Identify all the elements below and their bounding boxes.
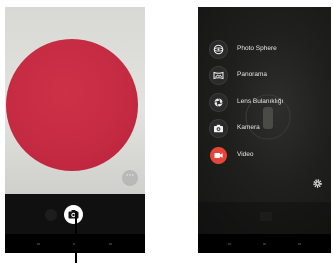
mode-item-camera[interactable]: Kamera: [206, 118, 316, 138]
video-icon: [214, 153, 223, 158]
camera-icon: [68, 210, 79, 219]
mode-item-panorama[interactable]: Panorama: [206, 65, 316, 85]
nav-home-button[interactable]: [263, 243, 266, 245]
more-options-label: ···: [125, 171, 135, 181]
mode-label: Video: [237, 151, 254, 158]
gear-icon[interactable]: [312, 178, 323, 189]
camera-screen-right: Photo Sphere Panorama Lens Bulanıklığı K…: [198, 7, 331, 253]
mode-item-lens-blur[interactable]: Lens Bulanıklığı: [206, 92, 316, 112]
nav-recents-button[interactable]: [109, 243, 112, 245]
photo-sphere-icon: [213, 44, 224, 55]
lens-blur-icon: [214, 98, 223, 107]
mode-label: Panorama: [237, 71, 267, 78]
panorama-icon: [213, 71, 224, 80]
mode-item-video[interactable]: Video: [206, 145, 316, 165]
camera-mode-menu: Photo Sphere Panorama Lens Bulanıklığı K…: [206, 39, 316, 169]
mode-label: Lens Bulanıklığı: [237, 98, 284, 105]
video-shutter-ghost: [260, 212, 272, 221]
shutter-button[interactable]: [64, 205, 83, 224]
system-nav-bar: [198, 234, 331, 253]
camera-icon: [214, 124, 223, 133]
callout-pointer-line: [75, 211, 77, 263]
red-circle-subject: [6, 39, 138, 171]
nav-back-button[interactable]: [228, 243, 231, 245]
mode-item-photo-sphere[interactable]: Photo Sphere: [206, 39, 316, 59]
tutorial-figure: ··· Photo Sphere Panorama Lens Bulanıklı…: [0, 0, 333, 264]
camera-viewfinder[interactable]: ···: [5, 7, 145, 194]
mode-label: Kamera: [237, 124, 260, 131]
nav-recents-button[interactable]: [298, 243, 301, 245]
nav-back-button[interactable]: [37, 243, 40, 245]
mode-switch-indicator[interactable]: [45, 209, 57, 221]
more-options-button[interactable]: ···: [122, 170, 138, 186]
mode-label: Photo Sphere: [237, 45, 277, 52]
